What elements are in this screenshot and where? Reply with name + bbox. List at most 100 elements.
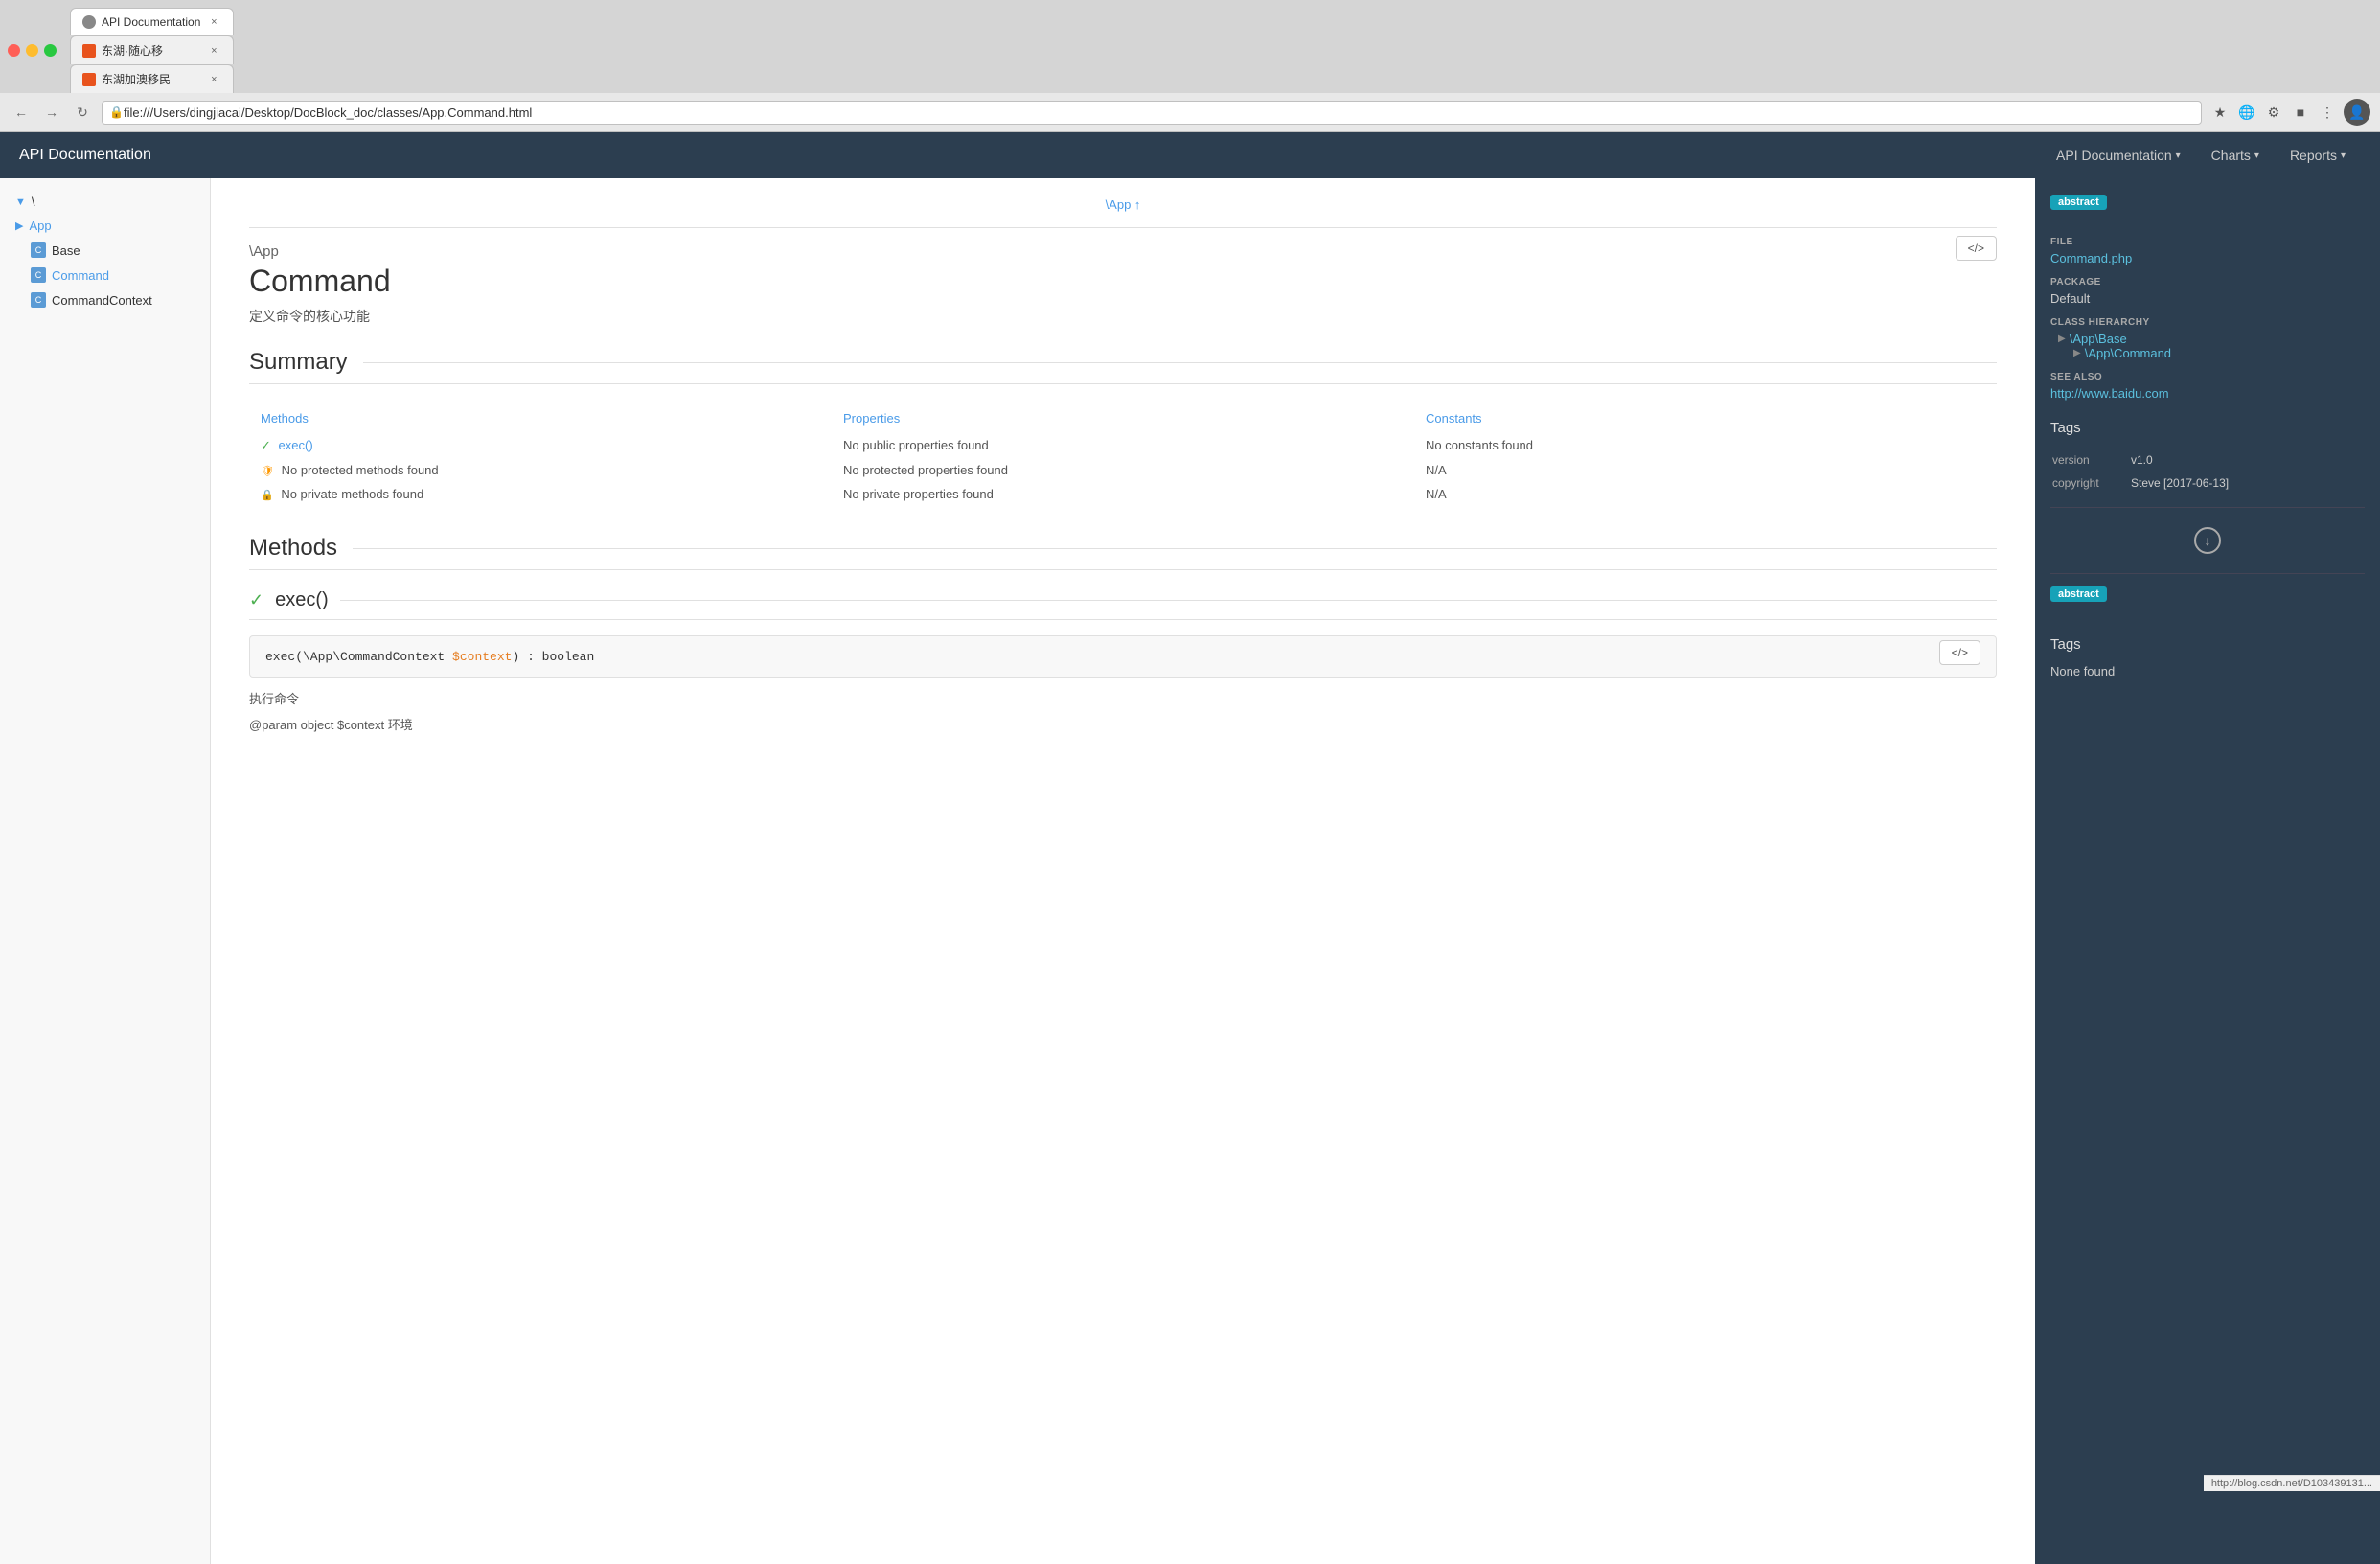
tag-row: versionv1.0 xyxy=(2052,449,2363,471)
table-row: 🔒 No private methods found No private pr… xyxy=(249,482,1997,506)
abstract-badge: abstract xyxy=(2050,195,2107,210)
class-title: Command xyxy=(249,264,1997,299)
dropdown-arrow: ▾ xyxy=(2254,150,2259,161)
hierarchy-link[interactable]: \App\Base xyxy=(2070,332,2127,346)
method-name: exec() xyxy=(275,589,329,611)
methods-section: Methods ✓ exec() exec(\App\CommandContex… xyxy=(249,535,1997,733)
dropdown-arrow: ▾ xyxy=(2341,150,2346,161)
app-header: API Documentation API Documentation ▾Cha… xyxy=(0,132,2380,178)
arrow-down-icon: ↓ xyxy=(2194,527,2221,554)
methods-title: Methods xyxy=(249,535,1997,570)
sidebar-item-base[interactable]: C Base xyxy=(0,238,210,263)
class-icon: C xyxy=(31,242,46,258)
nav-item-reports[interactable]: Reports ▾ xyxy=(2275,132,2361,178)
sidebar-item-command[interactable]: CCommand xyxy=(0,263,210,288)
tags-section2: Tags None found xyxy=(2050,636,2365,678)
signature-plain: exec(\App\CommandContext $context) : boo… xyxy=(265,650,594,664)
meta-file: FILE Command.php xyxy=(2050,237,2365,265)
header-nav: API Documentation ▾Charts ▾Reports ▾ xyxy=(2041,132,2361,178)
chevron-right-icon: ▶ xyxy=(15,219,23,232)
browser-chrome: API Documentation×东湖·随心移×东湖加澳移民× ← → ↻ 🔒… xyxy=(0,0,2380,132)
extension-icon[interactable]: ■ xyxy=(2290,102,2311,123)
browser-tab-donghu-aus[interactable]: 东湖加澳移民× xyxy=(70,64,234,93)
hierarchy-arrow: ▶ xyxy=(2073,348,2081,358)
method-source-button[interactable]: </> xyxy=(1939,640,1980,665)
tab-bar: API Documentation×东湖·随心移×东湖加澳移民× xyxy=(0,0,2380,93)
profile-icon[interactable]: 👤 xyxy=(2344,99,2370,126)
maximize-button[interactable] xyxy=(44,44,57,57)
dropdown-arrow: ▾ xyxy=(2176,150,2181,161)
toolbar-right: ★ 🌐 ⚙ ■ ⋮ 👤 xyxy=(2209,99,2370,126)
hierarchy-arrow: ▶ xyxy=(2058,334,2066,344)
sidebar-root[interactable]: ▼ \ xyxy=(0,190,210,214)
tab-close-button[interactable]: × xyxy=(206,14,221,30)
property-cell-1: No public properties found xyxy=(832,433,1414,458)
sidebar-item-commandcontext[interactable]: CCommandContext xyxy=(0,288,210,312)
constant-cell-3: N/A xyxy=(1414,482,1997,506)
sidebar-item-app[interactable]: ▶ App xyxy=(0,214,210,238)
sidebar-item-label: Command xyxy=(52,268,109,283)
close-button[interactable] xyxy=(8,44,20,57)
method-check-icon: ✓ xyxy=(249,590,263,610)
tab-close-button[interactable]: × xyxy=(206,72,221,87)
menu-icon[interactable]: ⋮ xyxy=(2317,102,2338,123)
tab-close-button[interactable]: × xyxy=(206,43,221,58)
tags-title: Tags xyxy=(2050,420,2365,436)
lock-icon-small: 🔒 xyxy=(261,490,274,501)
sidebar: ▼ \ ▶ App C Base CCommandCCommandContext xyxy=(0,178,211,1564)
method-cell-2: 🛡 No protected methods found xyxy=(249,458,832,482)
bookmark-icon[interactable]: ★ xyxy=(2209,102,2231,123)
right-panel: abstract FILE Command.php PACKAGE Defaul… xyxy=(2035,178,2380,1564)
source-button[interactable]: </> xyxy=(1956,236,1997,261)
sidebar-root-label: \ xyxy=(32,195,35,209)
main-layout: ▼ \ ▶ App C Base CCommandCCommandContext \… xyxy=(0,178,2380,1564)
globe-icon[interactable]: 🌐 xyxy=(2236,102,2257,123)
method-param: @param object $context 环境 xyxy=(249,715,1997,733)
tag-value: Steve [2017-06-13] xyxy=(2131,472,2363,494)
tabs-container: API Documentation×东湖·随心移×东湖加澳移民× xyxy=(70,8,234,93)
address-input[interactable] xyxy=(102,101,2202,125)
hierarchy-link[interactable]: \App\Command xyxy=(2085,346,2171,360)
package-label: PACKAGE xyxy=(2050,277,2365,288)
constant-cell-2: N/A xyxy=(1414,458,1997,482)
class-hierarchy: ▶ \App\Base▶ \App\Command xyxy=(2050,332,2365,360)
forward-button[interactable]: → xyxy=(40,101,63,124)
content-area: \App ↑ </> \App Command 定义命令的核心功能 Summar… xyxy=(211,178,2035,1564)
method-cell-1: ✓ exec() xyxy=(249,433,832,458)
method-desc: 执行命令 xyxy=(249,689,1997,707)
hierarchy-item: ▶ \App\Base xyxy=(2058,332,2365,346)
property-cell-3: No private properties found xyxy=(832,482,1414,506)
breadcrumb: \App ↑ xyxy=(249,197,1997,228)
settings-icon[interactable]: ⚙ xyxy=(2263,102,2284,123)
sidebar-item-label: Base xyxy=(52,243,80,258)
address-wrapper: 🔒 xyxy=(102,101,2202,125)
breadcrumb-link[interactable]: \App ↑ xyxy=(1106,197,1141,212)
reload-button[interactable]: ↻ xyxy=(71,101,94,124)
method-cell-3: 🔒 No private methods found xyxy=(249,482,832,506)
constant-cell-1: No constants found xyxy=(1414,433,1997,458)
method-header: ✓ exec() xyxy=(249,589,1997,620)
signature-text: exec(\App\CommandContext xyxy=(265,650,452,664)
table-row: ✓ exec() No public properties found No c… xyxy=(249,433,1997,458)
summary-table: Methods Properties Constants ✓ exec() No… xyxy=(249,403,1997,506)
property-cell-2: No protected properties found xyxy=(832,458,1414,482)
back-button[interactable]: ← xyxy=(10,101,33,124)
package-value: Default xyxy=(2050,291,2090,306)
exec-link[interactable]: exec() xyxy=(279,438,313,452)
tag-value: v1.0 xyxy=(2131,449,2363,471)
lock-icon: 🔒 xyxy=(109,105,124,119)
browser-tab-api-doc[interactable]: API Documentation× xyxy=(70,8,234,35)
file-link[interactable]: Command.php xyxy=(2050,251,2132,265)
class-desc: 定义命令的核心功能 xyxy=(249,307,1997,326)
exec-method: ✓ exec() exec(\App\CommandContext $conte… xyxy=(249,589,1997,733)
shield-icon: 🛡 xyxy=(261,466,274,477)
browser-tab-donghucai[interactable]: 东湖·随心移× xyxy=(70,35,234,64)
table-row: 🛡 No protected methods found No protecte… xyxy=(249,458,1997,482)
nav-item-charts[interactable]: Charts ▾ xyxy=(2196,132,2275,178)
nav-item-api-documentation[interactable]: API Documentation ▾ xyxy=(2041,132,2196,178)
sidebar-item-label: CommandContext xyxy=(52,293,152,308)
see-also-link[interactable]: http://www.baidu.com xyxy=(2050,386,2169,401)
minimize-button[interactable] xyxy=(26,44,38,57)
scroll-down-button[interactable]: ↓ xyxy=(2050,527,2365,554)
constants-header: Constants xyxy=(1414,403,1997,433)
